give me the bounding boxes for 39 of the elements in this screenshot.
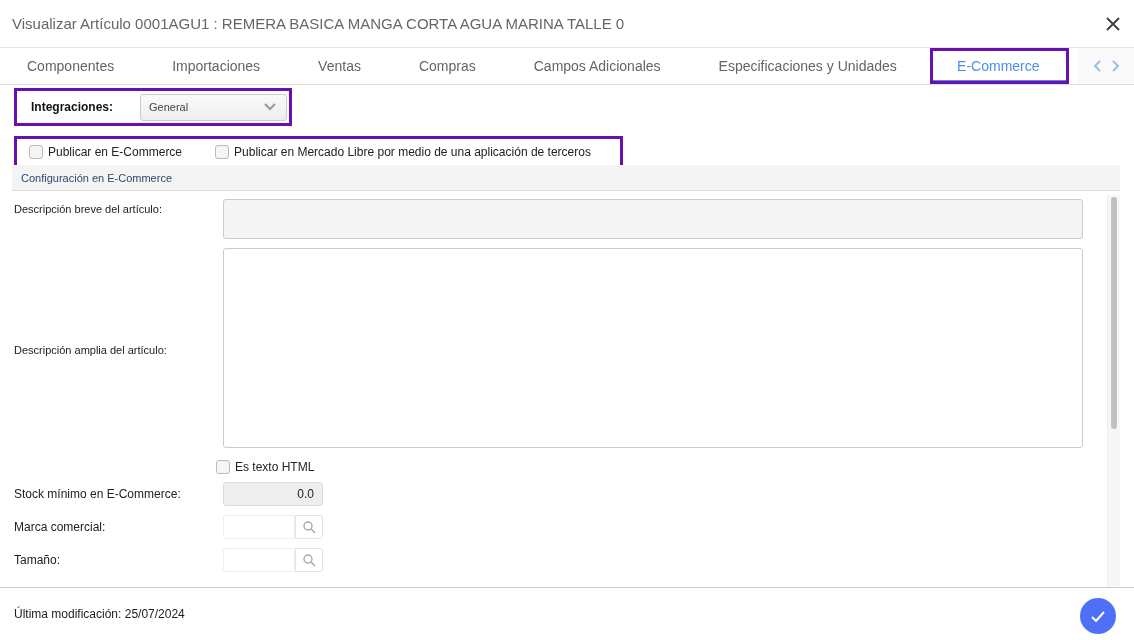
- window-title: Visualizar Artículo 0001AGU1 : REMERA BASICA MANGA CORTA AGUA MARINA TALLE 0: [12, 15, 625, 32]
- chevron-right-icon[interactable]: [1110, 60, 1119, 72]
- checkbox-label: Publicar en Mercado Libre por medio de una aplicación de terceros: [234, 145, 591, 159]
- checkbox[interactable]: [29, 145, 43, 159]
- tab[interactable]: E-Commerce: [929, 48, 1069, 84]
- tab[interactable]: Compras: [389, 48, 505, 84]
- tab[interactable]: Ventas: [289, 48, 390, 84]
- number-field[interactable]: 0.0: [223, 482, 323, 506]
- confirm-button[interactable]: [1080, 598, 1116, 634]
- input-field[interactable]: [223, 515, 295, 539]
- tab[interactable]: Especificaciones y Unidades: [689, 48, 926, 84]
- section-title: Configuración en E-Commerce: [21, 171, 172, 184]
- field-label: Stock mínimo en E-Commerce:: [14, 487, 182, 501]
- text-area[interactable]: [223, 199, 1083, 239]
- chevron-down-icon: [264, 103, 276, 111]
- field-label: Marca comercial:: [14, 520, 107, 534]
- checkbox[interactable]: [215, 145, 230, 159]
- scrollbar[interactable]: [1107, 195, 1120, 587]
- field-label: Descripción breve del artículo:: [14, 202, 163, 215]
- tab[interactable]: Campos Adicionales: [504, 48, 690, 84]
- chevron-left-icon[interactable]: [1093, 60, 1102, 72]
- search-icon: [302, 553, 316, 567]
- search-button[interactable]: [295, 515, 323, 539]
- field-label: Integraciones:: [31, 100, 114, 114]
- input-field[interactable]: [223, 548, 295, 572]
- search-button[interactable]: [295, 548, 323, 572]
- close-icon[interactable]: [1105, 15, 1121, 32]
- last-modified-text: Última modificación: 25/07/2024: [14, 607, 185, 621]
- integrations-dropdown[interactable]: General: [140, 93, 287, 121]
- checkbox-label: Publicar en E-Commerce: [48, 145, 183, 159]
- checkbox-label: Es texto HTML: [235, 460, 315, 474]
- field-label: Descripción amplia del artículo:: [14, 343, 168, 356]
- tab[interactable]: Componentes: [0, 48, 144, 84]
- tab[interactable]: Importaciones: [143, 48, 290, 84]
- search-icon: [302, 520, 316, 534]
- checkmark-icon: [1091, 610, 1105, 622]
- field-label: Tamaño:: [14, 553, 62, 567]
- text-area[interactable]: [223, 248, 1083, 448]
- checkbox[interactable]: [216, 460, 230, 474]
